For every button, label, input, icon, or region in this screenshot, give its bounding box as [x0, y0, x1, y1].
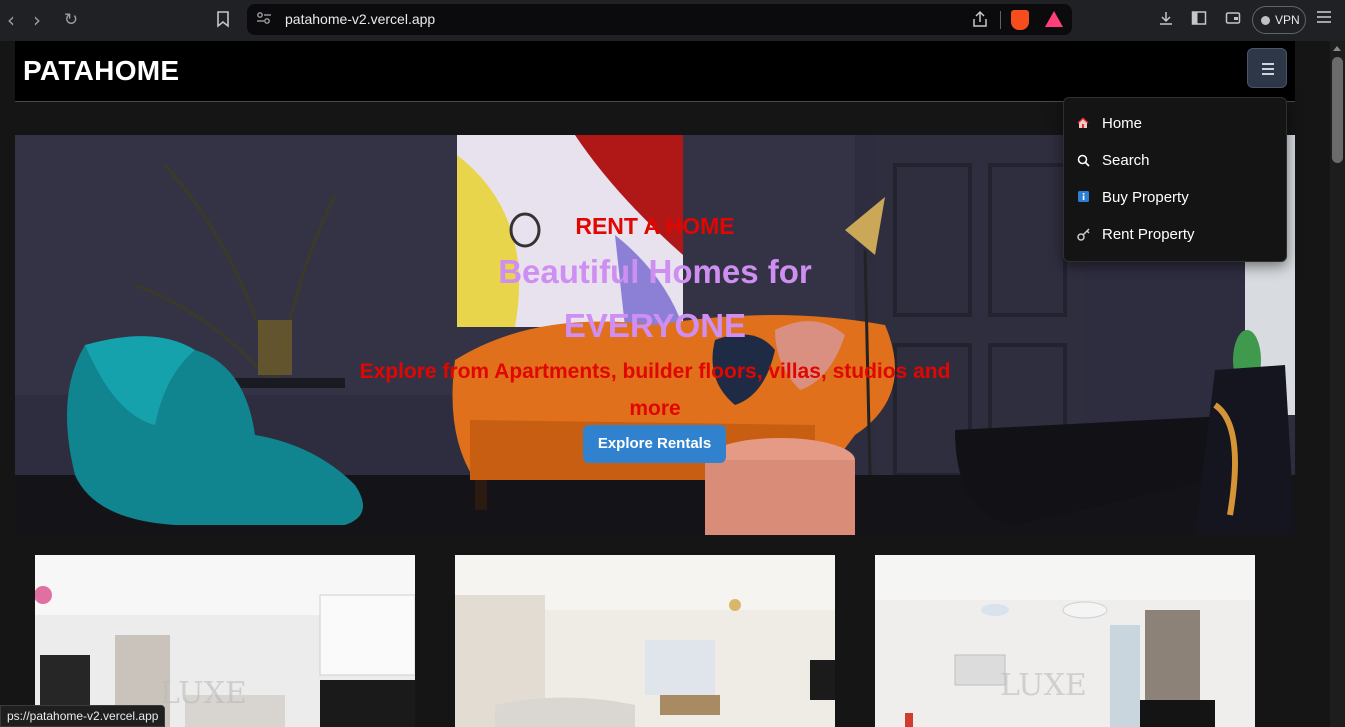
- menu-item-search[interactable]: Search: [1064, 144, 1286, 181]
- menu-item-label: Home: [1102, 115, 1143, 132]
- brave-rewards-icon[interactable]: [1045, 11, 1063, 27]
- menu-item-label: Buy Property: [1102, 189, 1189, 206]
- share-icon[interactable]: [971, 10, 989, 28]
- menu-item-label: Rent Property: [1102, 226, 1195, 243]
- toolbar-divider: [1000, 11, 1001, 29]
- back-icon[interactable]: ‹: [0, 9, 22, 31]
- site-settings-icon[interactable]: [256, 11, 272, 27]
- property-card[interactable]: LUXE: [875, 555, 1255, 727]
- scrollbar-thumb[interactable]: [1332, 57, 1343, 163]
- hamburger-line: [1262, 73, 1274, 75]
- scroll-up-arrow-icon[interactable]: [1333, 46, 1341, 51]
- menu-toggle-button[interactable]: [1247, 48, 1287, 88]
- bookmark-icon[interactable]: [214, 10, 232, 28]
- hamburger-line: [1262, 63, 1274, 65]
- search-icon: [1076, 154, 1090, 168]
- property-image: LUXE: [875, 555, 1255, 727]
- hero-title: Beautiful Homes for EVERYONE: [498, 253, 812, 344]
- brand-logo[interactable]: PATAHOME: [23, 55, 179, 87]
- nav-dropdown-menu: Home Search Buy Property Rent Property: [1063, 97, 1287, 262]
- vpn-label: VPN: [1275, 13, 1300, 27]
- menu-item-buy-property[interactable]: Buy Property: [1064, 181, 1286, 218]
- svg-text:LUXE: LUXE: [160, 676, 247, 711]
- house-icon: [1076, 117, 1090, 131]
- reload-icon[interactable]: ↻: [60, 9, 82, 31]
- hero-description: Explore from Apartments, builder floors,…: [359, 360, 951, 420]
- property-card[interactable]: [455, 555, 835, 727]
- menu-item-label: Search: [1102, 152, 1150, 169]
- hamburger-line: [1262, 68, 1274, 70]
- brave-shields-icon[interactable]: [1011, 10, 1029, 30]
- link-status-bar: ps://patahome-v2.vercel.app: [0, 705, 166, 727]
- info-icon: [1076, 191, 1090, 205]
- property-image: LUXE: [35, 555, 415, 727]
- sidebar-icon[interactable]: [1190, 10, 1208, 28]
- forward-icon[interactable]: ›: [26, 9, 48, 31]
- explore-rentals-button[interactable]: Explore Rentals: [583, 425, 726, 463]
- wallet-icon[interactable]: [1224, 10, 1242, 28]
- menu-item-home[interactable]: Home: [1064, 107, 1286, 144]
- svg-text:LUXE: LUXE: [1000, 668, 1087, 703]
- key-icon: [1076, 228, 1090, 242]
- property-image: [455, 555, 835, 727]
- download-icon[interactable]: [1157, 10, 1175, 28]
- url-text[interactable]: patahome-v2.vercel.app: [285, 11, 435, 27]
- menu-item-rent-property[interactable]: Rent Property: [1064, 218, 1286, 255]
- vpn-button[interactable]: VPN: [1252, 6, 1306, 34]
- site-navbar: PATAHOME: [15, 41, 1295, 102]
- property-card[interactable]: LUXE: [35, 555, 415, 727]
- vpn-status-icon: [1261, 16, 1270, 25]
- browser-menu-icon[interactable]: [1315, 10, 1333, 28]
